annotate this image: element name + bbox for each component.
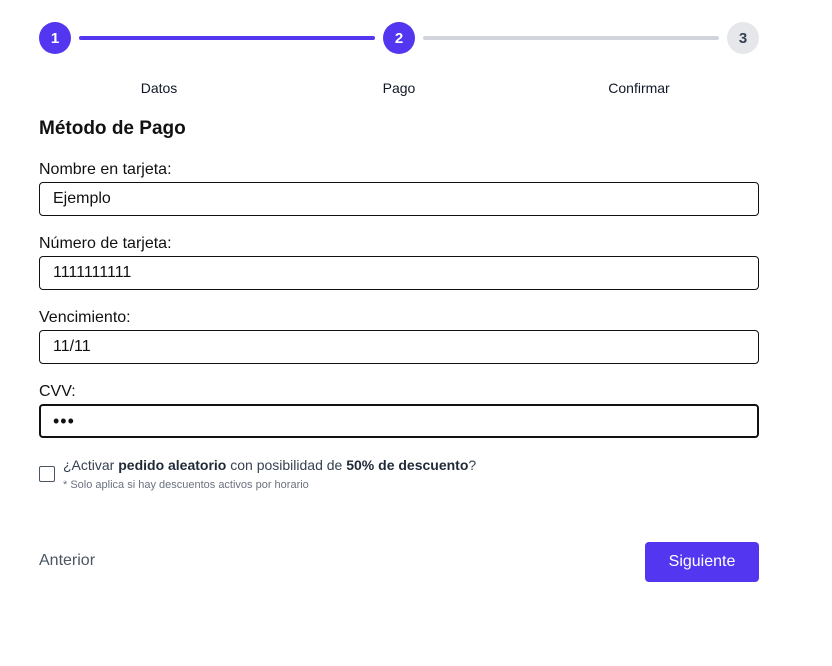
cvv-label: CVV: (39, 383, 76, 400)
step-2-3-connector (423, 36, 719, 40)
random-order-text-middle: con posibilidad de (226, 457, 347, 473)
step-2-number: 2 (394, 29, 404, 47)
card-name-label: Nombre en tarjeta: (39, 161, 172, 178)
step-1-number: 1 (50, 29, 60, 47)
random-order-text-prefix: ¿Activar (63, 457, 119, 473)
card-number-label: Número de tarjeta: (39, 235, 172, 252)
step-3-label: Confirmar (608, 80, 670, 96)
random-order-checkbox[interactable] (39, 466, 55, 482)
previous-button[interactable]: Anterior (39, 552, 95, 570)
step-1-2-connector (79, 36, 375, 40)
page-title: Método de Pago (39, 118, 186, 139)
expiry-label: Vencimiento: (39, 309, 131, 326)
random-order-note: * Solo aplica si hay descuentos activos … (63, 479, 309, 491)
step-2-label: Pago (382, 80, 416, 96)
card-name-input[interactable] (39, 182, 759, 216)
step-2-indicator: 2 (383, 22, 415, 54)
step-1-indicator: 1 (39, 22, 71, 54)
step-3-indicator: 3 (727, 22, 759, 54)
random-order-text-bold-1: pedido aleatorio (118, 457, 227, 473)
random-order-text-suffix: ? (468, 457, 477, 473)
card-number-input[interactable] (39, 256, 759, 290)
step-1-label: Datos (140, 80, 178, 96)
random-order-text-bold-2: 50% de descuento (346, 457, 469, 473)
cvv-input[interactable] (39, 404, 759, 438)
step-3-number: 3 (738, 29, 748, 47)
next-button[interactable]: Siguiente (645, 542, 759, 582)
expiry-input[interactable] (39, 330, 759, 364)
random-order-label[interactable]: ¿Activar pedido aleatorio con posibilida… (63, 457, 476, 473)
progress-stepper: 1 2 3 (39, 22, 759, 54)
